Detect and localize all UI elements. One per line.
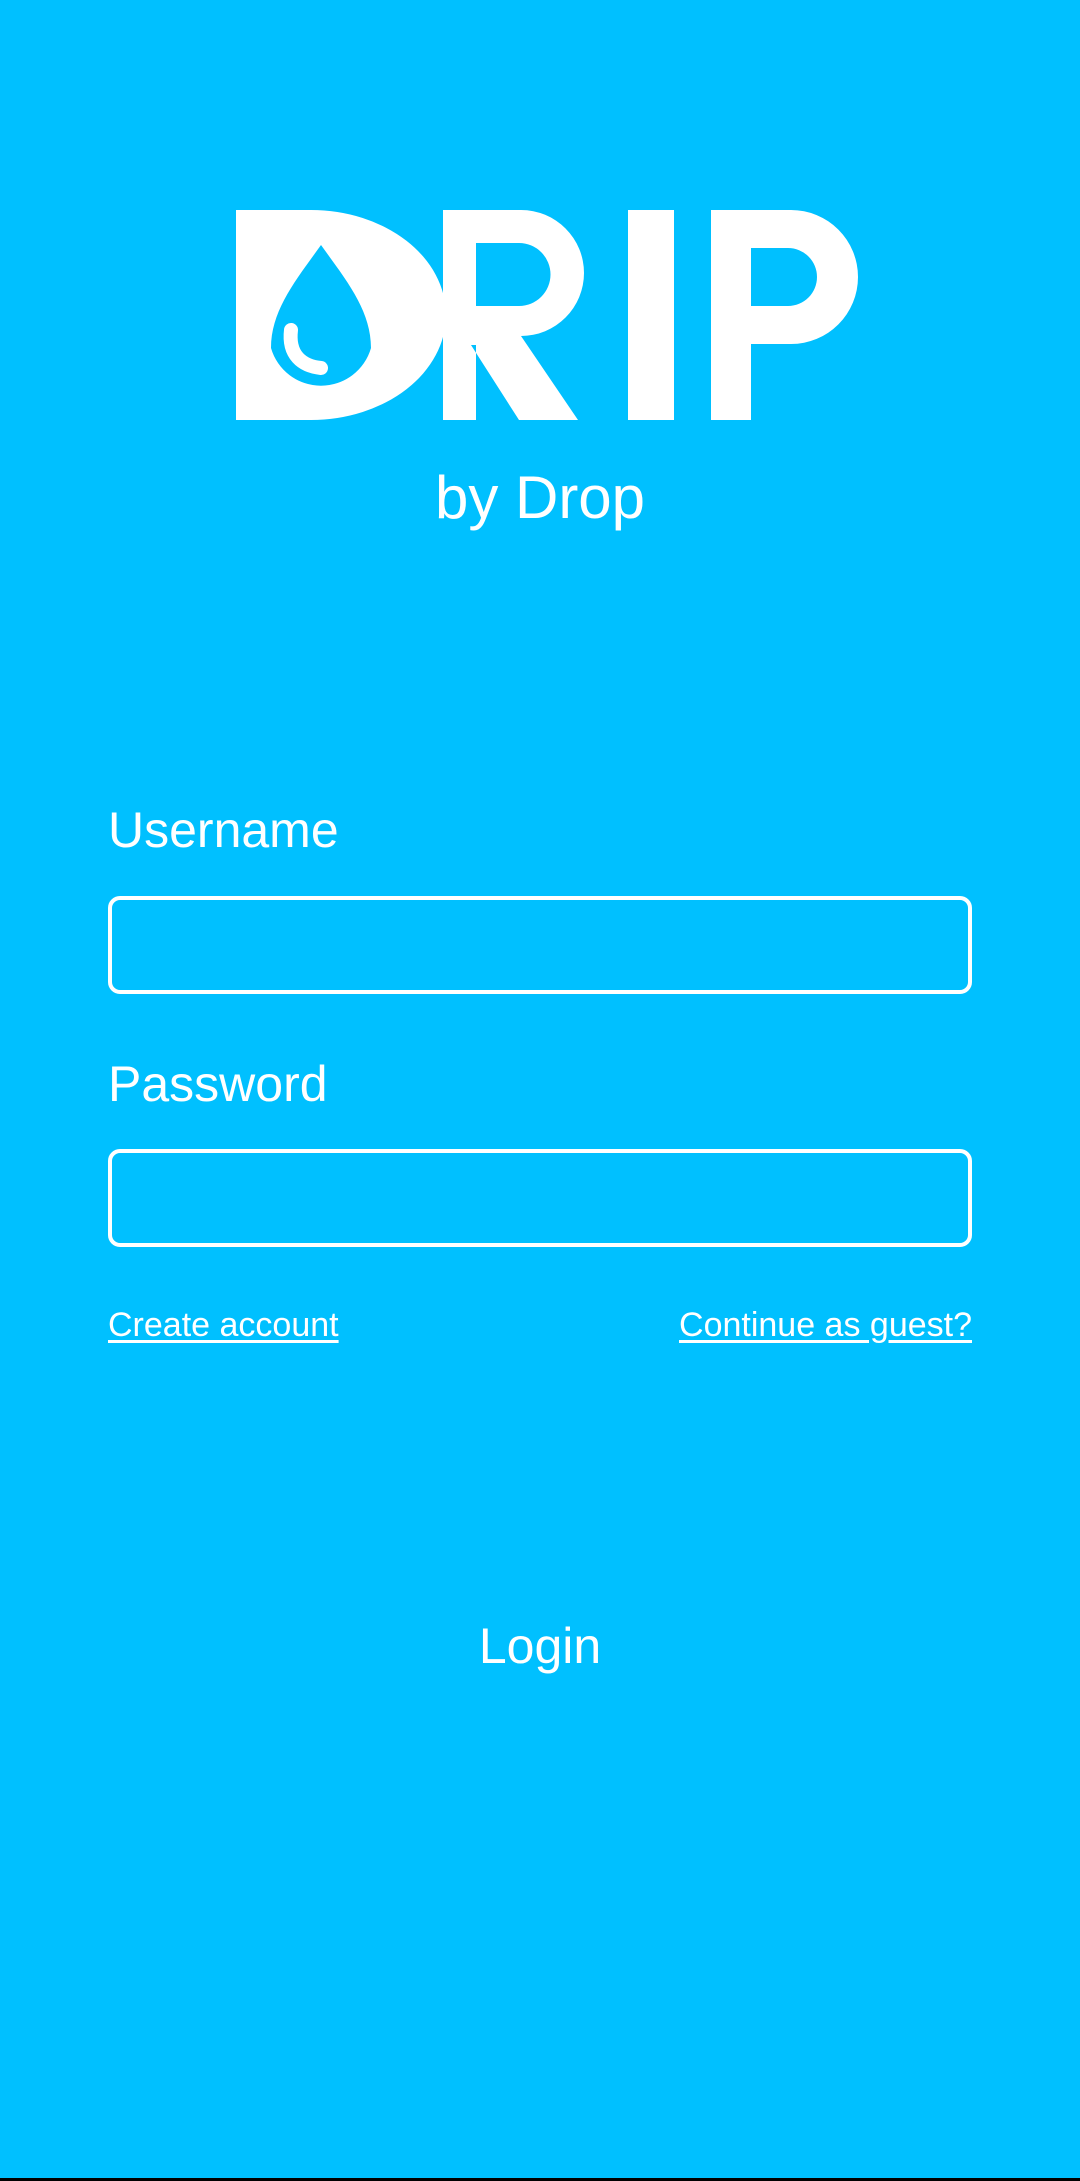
- create-account-link[interactable]: Create account: [108, 1303, 339, 1347]
- login-button[interactable]: Login: [340, 1596, 740, 1696]
- drip-logo: [236, 210, 858, 420]
- password-input[interactable]: [108, 1149, 972, 1247]
- app-tagline: by Drop: [434, 464, 646, 531]
- logo-letter-r: [443, 210, 584, 420]
- logo-letter-d: [236, 210, 446, 420]
- logo-letter-i: [628, 210, 674, 420]
- username-label: Username: [108, 802, 339, 858]
- continue-as-guest-link[interactable]: Continue as guest?: [679, 1303, 972, 1347]
- username-input[interactable]: [108, 896, 972, 994]
- password-label: Password: [108, 1056, 328, 1112]
- logo-letter-p: [711, 210, 858, 420]
- water-drop-icon: [283, 323, 328, 375]
- login-screen: by Drop Username Password Create account…: [0, 0, 1080, 2178]
